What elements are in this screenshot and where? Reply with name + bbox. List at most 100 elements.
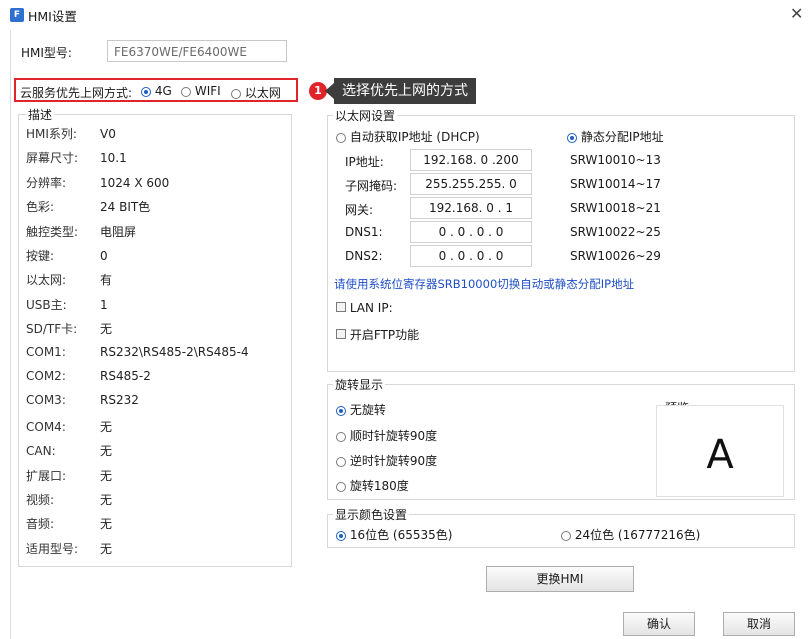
lan-ip-label: LAN IP:	[349, 301, 393, 315]
radio-dhcp[interactable]	[336, 132, 346, 143]
ethernet-static-label: 静态分配IP地址	[580, 130, 664, 144]
ftp-option[interactable]: 开启FTP功能	[336, 326, 419, 343]
radio-rotation-cw90[interactable]	[336, 431, 346, 442]
radio-static[interactable]	[567, 132, 577, 143]
change-hmi-button[interactable]: 更换HMI	[486, 566, 634, 592]
ethernet-field-label: IP地址:	[345, 155, 384, 169]
app-icon: F	[10, 8, 24, 22]
ethernet-field-input[interactable]: 0 . 0 . 0 . 0	[410, 245, 532, 267]
model-label: HMI型号:	[21, 46, 72, 60]
description-key: 扩展口:	[26, 468, 67, 483]
description-key: 适用型号:	[26, 541, 79, 556]
description-key: 音频:	[26, 517, 55, 532]
ftp-label: 开启FTP功能	[349, 328, 420, 342]
description-key: COM1:	[26, 344, 66, 359]
title-bar: F HMI设置 ✕	[0, 0, 811, 30]
cancel-button[interactable]: 取消	[723, 612, 795, 636]
description-key: CAN:	[26, 444, 56, 459]
ftp-checkbox[interactable]	[336, 329, 346, 339]
description-value: 0	[100, 249, 108, 263]
ethernet-dhcp-label: 自动获取IP地址 (DHCP)	[349, 130, 480, 144]
description-row: USB主: 1	[26, 296, 108, 313]
ethernet-field-register: SRW10014~17	[570, 177, 661, 191]
description-row: 触控类型: 电阻屏	[26, 223, 136, 240]
rotation-option-none[interactable]: 无旋转	[336, 401, 386, 418]
description-key: USB主:	[26, 297, 67, 312]
description-title: 描述	[26, 106, 55, 123]
ethernet-field-label: DNS2:	[345, 249, 383, 263]
description-key: COM4:	[26, 419, 66, 434]
model-field[interactable]: FE6370WE/FE6400WE	[107, 40, 287, 62]
description-value: 无	[100, 493, 113, 507]
network-option-wifi[interactable]: WIFI	[181, 84, 221, 98]
description-key: 触控类型:	[26, 224, 79, 239]
radio-rotation-180[interactable]	[336, 481, 346, 492]
description-value: 24 BIT色	[100, 200, 151, 215]
description-value: RS485-2	[100, 369, 151, 383]
ethernet-hint: 请使用系统位寄存器SRB10000切换自动或静态分配IP地址	[334, 277, 635, 291]
description-key: 视频:	[26, 493, 55, 507]
description-row: SD/TF卡: 无	[26, 320, 112, 337]
ethernet-field-input[interactable]: 192.168. 0 . 1	[410, 197, 532, 219]
description-row: 分辨率: 1024 X 600	[26, 174, 169, 191]
color-option-16bit[interactable]: 16位色 (65535色)	[336, 526, 452, 543]
ethernet-field-input[interactable]: 255.255.255. 0	[410, 173, 532, 195]
radio-ethernet[interactable]	[231, 88, 241, 99]
color-24bit-label: 24位色 (16777216色)	[574, 528, 701, 542]
ethernet-field-label: 子网掩码:	[345, 179, 398, 193]
preview-box: A	[656, 405, 784, 497]
callout-arrow	[325, 83, 334, 99]
description-value: 10.1	[100, 151, 127, 166]
description-row: CAN: 无	[26, 442, 112, 459]
ethernet-field-register: SRW10026~29	[570, 249, 661, 263]
description-key: 屏幕尺寸:	[26, 151, 79, 166]
network-label: 云服务优先上网方式:	[20, 86, 133, 100]
description-key: 以太网:	[26, 273, 67, 288]
radio-color-16bit[interactable]	[336, 530, 346, 541]
description-row: 以太网: 有	[26, 271, 112, 288]
description-row: 扩展口: 无	[26, 467, 112, 484]
ethernet-field-register: SRW10010~13	[570, 153, 661, 167]
description-key: 分辨率:	[26, 175, 67, 190]
description-key: COM2:	[26, 369, 66, 383]
ethernet-field-input[interactable]: 0 . 0 . 0 . 0	[410, 221, 532, 243]
radio-4g[interactable]	[141, 86, 151, 97]
description-value: 有	[100, 273, 113, 288]
rotation-option-180[interactable]: 旋转180度	[336, 477, 409, 494]
description-row: 适用型号: 无	[26, 540, 112, 557]
description-value: RS232\RS485-2\RS485-4	[100, 344, 249, 359]
radio-rotation-ccw90[interactable]	[336, 456, 346, 467]
ethernet-dhcp-option[interactable]: 自动获取IP地址 (DHCP)	[336, 128, 480, 145]
network-option-ethernet-label: 以太网	[244, 86, 281, 100]
description-row: HMI系列: V0	[26, 125, 116, 142]
network-option-4g[interactable]: 4G	[141, 84, 172, 98]
color-option-24bit[interactable]: 24位色 (16777216色)	[561, 526, 700, 543]
description-value: RS232	[100, 393, 139, 408]
ethernet-field-input[interactable]: 192.168. 0 .200	[410, 149, 532, 171]
description-value: 电阻屏	[100, 224, 137, 239]
ok-button[interactable]: 确认	[623, 612, 695, 636]
color-title: 显示颜色设置	[333, 506, 410, 523]
description-key: SD/TF卡:	[26, 322, 78, 337]
description-key: 按键:	[26, 249, 55, 263]
radio-color-24bit[interactable]	[561, 530, 571, 541]
description-value: 无	[100, 419, 113, 434]
network-option-ethernet[interactable]: 以太网	[231, 84, 281, 101]
radio-rotation-none[interactable]	[336, 405, 346, 416]
lan-ip-checkbox[interactable]	[336, 302, 346, 312]
network-option-wifi-label: WIFI	[194, 84, 221, 98]
description-row: 屏幕尺寸: 10.1	[26, 149, 127, 166]
close-icon[interactable]: ✕	[790, 4, 803, 23]
ethernet-static-option[interactable]: 静态分配IP地址	[567, 128, 664, 145]
radio-wifi[interactable]	[181, 86, 191, 97]
description-row: COM4: 无	[26, 418, 112, 435]
description-row: 按键: 0	[26, 247, 108, 264]
description-value: V0	[100, 127, 116, 141]
ethernet-field-label: DNS1:	[345, 225, 383, 239]
rotation-option-ccw90[interactable]: 逆时针旋转90度	[336, 452, 437, 469]
rotation-option-cw90[interactable]: 顺时针旋转90度	[336, 427, 437, 444]
description-key: COM3:	[26, 393, 66, 408]
lan-ip-option[interactable]: LAN IP:	[336, 301, 393, 315]
rotation-cw90-label: 顺时针旋转90度	[349, 429, 438, 443]
description-row: COM1: RS232\RS485-2\RS485-4	[26, 345, 249, 359]
